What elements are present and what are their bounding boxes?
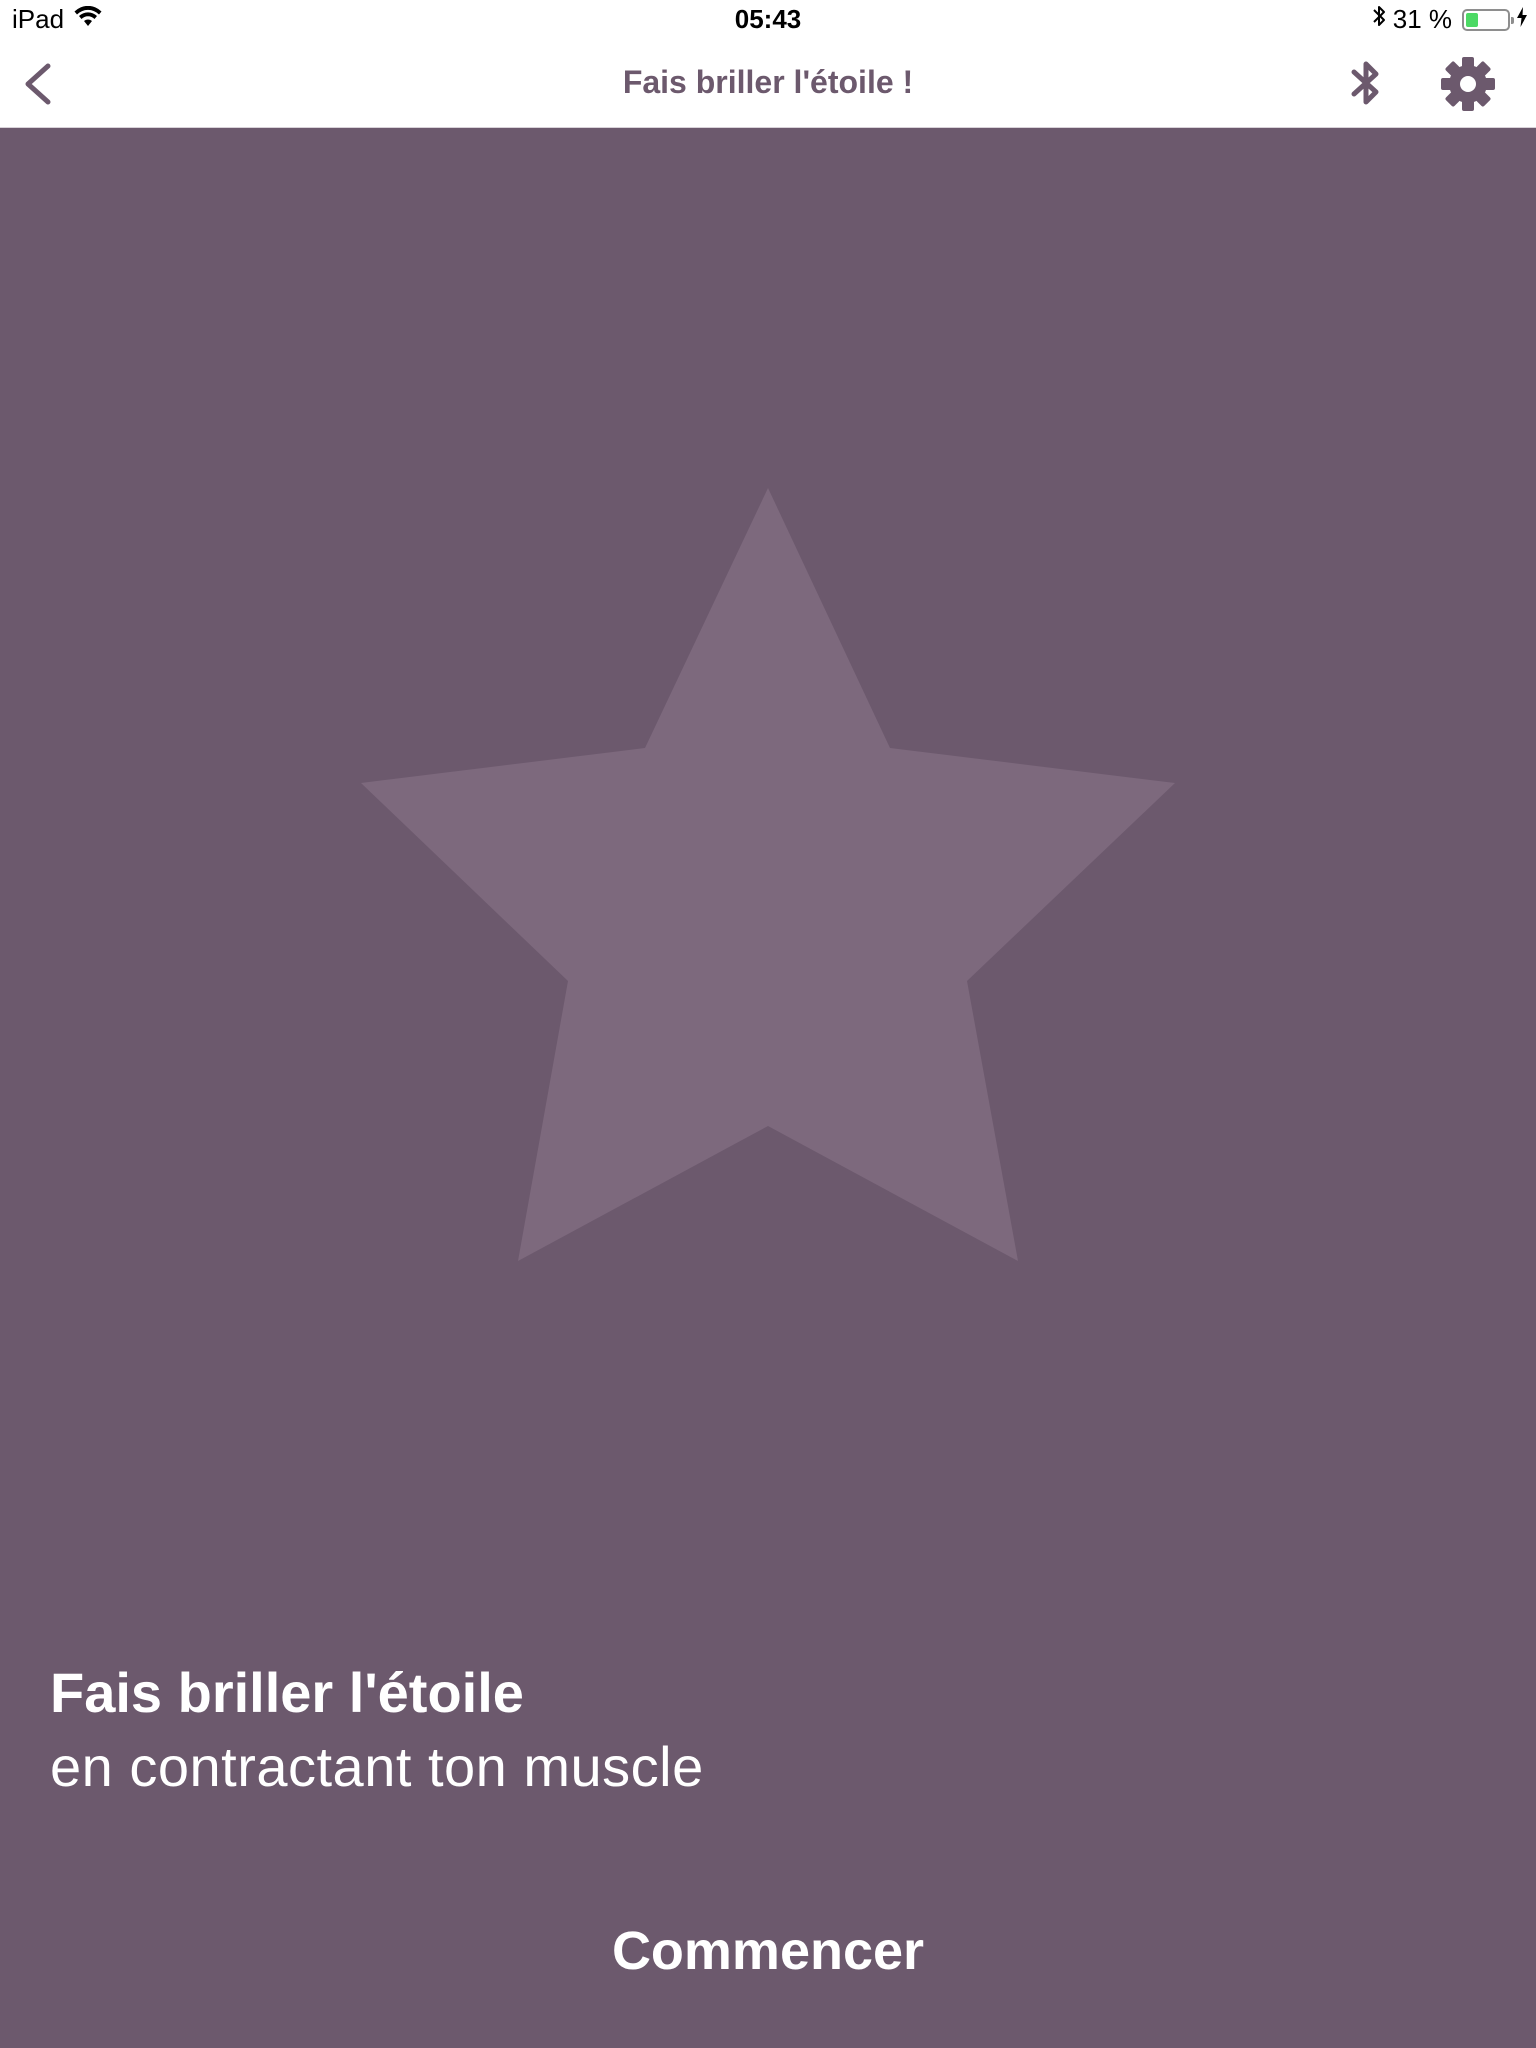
status-bar: iPad 05:43 31 % <box>0 0 1536 40</box>
bluetooth-button[interactable] <box>1340 56 1392 112</box>
start-button[interactable]: Commencer <box>0 1920 1536 1990</box>
bluetooth-icon <box>1351 61 1379 105</box>
settings-button[interactable] <box>1440 56 1496 112</box>
battery-percent: 31 % <box>1392 4 1452 34</box>
star-area <box>0 128 1536 1628</box>
gear-icon <box>1441 57 1495 111</box>
page-title: Fais briller l'étoile ! <box>622 64 914 100</box>
bluetooth-icon <box>1371 4 1387 35</box>
headline: Fais briller l'étoile <box>50 1661 524 1724</box>
status-time: 05:43 <box>734 4 802 34</box>
screen: iPad 05:43 31 % Fais briller l'étoile ! … <box>0 0 1536 2048</box>
battery-fill <box>1466 12 1478 27</box>
status-right: 31 % <box>1371 4 1528 35</box>
navigation-bar: Fais briller l'étoile ! <box>0 40 1536 128</box>
charging-icon <box>1516 4 1528 35</box>
battery-icon <box>1462 8 1514 31</box>
star-icon <box>361 488 1175 1261</box>
subheadline: en contractant ton muscle <box>50 1735 704 1798</box>
